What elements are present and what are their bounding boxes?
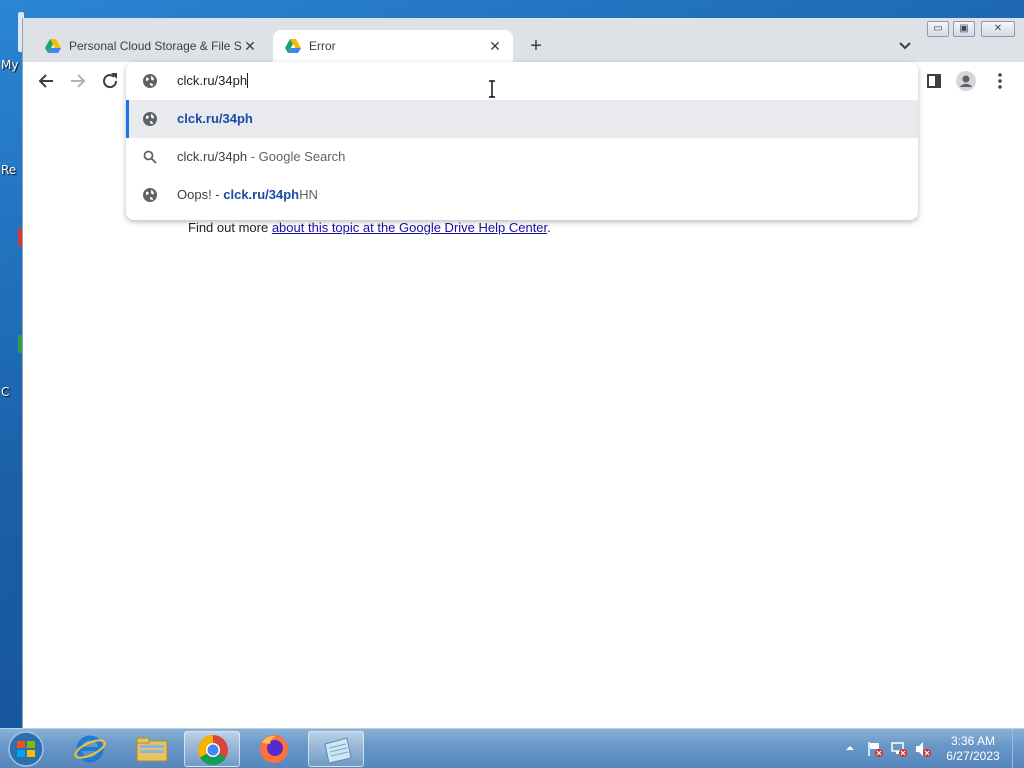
notepad-icon (324, 737, 352, 764)
firefox-icon (260, 735, 288, 763)
omnibox-dropdown: clck.ru/34ph clck.ru/34ph clck.ru/34ph -… (126, 62, 918, 220)
text-caret (247, 73, 249, 88)
tab-close-icon[interactable]: ✕ (487, 38, 503, 55)
taskbar-internet-explorer[interactable] (62, 731, 118, 767)
side-panel-icon (927, 74, 941, 88)
omnibox-suggestion[interactable]: clck.ru/34ph (126, 100, 918, 138)
menu-button[interactable] (989, 70, 1011, 92)
start-button[interactable] (4, 730, 48, 768)
taskbar-clock[interactable]: 3:36 AM 6/27/2023 (940, 734, 1006, 764)
globe-icon (143, 112, 157, 126)
address-bar-value: clck.ru/34ph (177, 73, 248, 88)
file-explorer-icon (136, 737, 168, 762)
globe-icon (143, 188, 157, 202)
show-hidden-icons-icon[interactable] (844, 742, 856, 754)
new-tab-button[interactable]: + (525, 35, 547, 57)
ibeam-cursor-icon (489, 80, 495, 98)
clock-time: 3:36 AM (950, 734, 996, 748)
minimize-button[interactable]: ▭ (927, 21, 949, 37)
omnibox-suggestion[interactable]: Oops! - clck.ru/34phHN (126, 176, 918, 214)
maximize-button[interactable]: ▣ (953, 21, 975, 37)
globe-icon (143, 74, 157, 88)
network-icon[interactable] (890, 740, 908, 758)
arrow-left-icon (38, 74, 53, 88)
google-drive-icon (45, 39, 61, 53)
omnibox-suggestion[interactable]: clck.ru/34ph - Google Search (126, 138, 918, 176)
tab-title: Personal Cloud Storage & File Sh (69, 39, 242, 53)
tab-close-icon[interactable]: ✕ (242, 38, 258, 55)
show-desktop-button[interactable] (1012, 729, 1024, 768)
arrow-right-icon (71, 74, 86, 88)
tab-strip: Personal Cloud Storage & File Sh ✕ Error… (23, 18, 1024, 62)
desktop-icon-label[interactable]: C (1, 385, 9, 399)
tab-title: Error (309, 39, 336, 53)
volume-muted-icon[interactable] (914, 740, 932, 758)
forward-button[interactable] (67, 70, 89, 92)
suggestion-rest: HN (299, 187, 318, 202)
help-center-link[interactable]: about this topic at the Google Drive Hel… (272, 220, 547, 235)
taskbar-chrome[interactable] (184, 731, 240, 767)
search-icon (143, 150, 157, 164)
kebab-menu-icon (998, 73, 1002, 89)
chrome-icon (197, 735, 228, 766)
taskbar: 3:36 AM 6/27/2023 (0, 728, 1024, 768)
action-center-flag-icon[interactable] (866, 740, 884, 758)
profile-button[interactable] (955, 70, 977, 92)
tab-search-chevron-icon[interactable] (895, 36, 915, 56)
help-text-suffix: . (547, 220, 551, 235)
suggestion-prefix: Oops! - (177, 187, 224, 202)
suggestion-engine: - Google Search (247, 149, 346, 164)
suggestion-match: clck.ru/34ph (177, 111, 253, 126)
back-button[interactable] (35, 70, 57, 92)
help-text: Find out more about this topic at the Go… (188, 220, 551, 235)
google-drive-icon (285, 39, 301, 53)
address-bar-input[interactable]: clck.ru/34ph (177, 73, 249, 88)
address-bar[interactable]: clck.ru/34ph (126, 62, 918, 100)
internet-explorer-icon (74, 735, 106, 763)
tab-error[interactable]: Error ✕ (273, 30, 513, 62)
taskbar-file-explorer[interactable] (124, 731, 180, 767)
suggestion-query: clck.ru/34ph (177, 149, 248, 164)
taskbar-notepad[interactable] (308, 731, 364, 767)
desktop-icon-label[interactable]: My (1, 58, 18, 72)
taskbar-firefox[interactable] (246, 731, 302, 767)
suggestion-match: clck.ru/34ph (223, 187, 300, 202)
help-text-prefix: Find out more (188, 220, 272, 235)
side-panel-button[interactable] (923, 70, 945, 92)
tab-personal-cloud-storage[interactable]: Personal Cloud Storage & File Sh ✕ (33, 30, 268, 62)
desktop-icon-label[interactable]: Re (1, 163, 16, 177)
clock-date: 6/27/2023 (946, 749, 1000, 763)
reload-button[interactable] (99, 70, 121, 92)
profile-avatar-icon (956, 71, 976, 91)
window-close-button[interactable]: ✕ (981, 21, 1015, 37)
reload-icon (103, 73, 118, 89)
